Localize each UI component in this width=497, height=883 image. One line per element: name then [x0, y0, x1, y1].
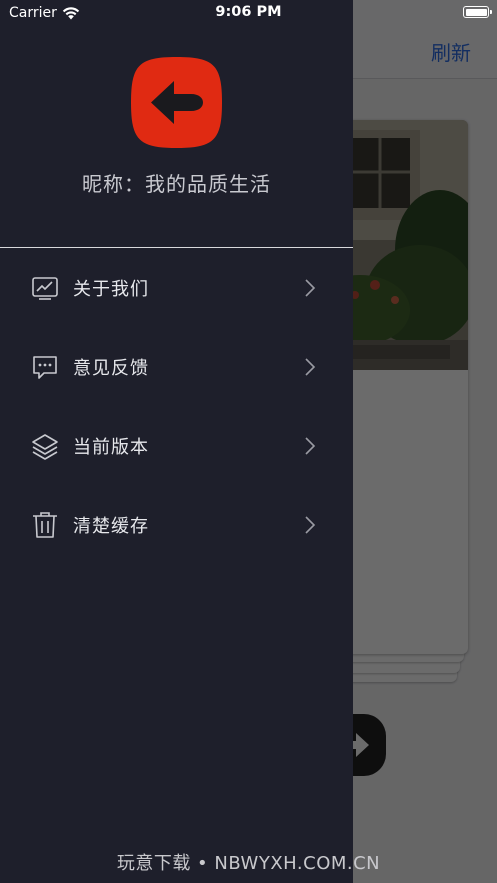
- menu-item-current-version[interactable]: 当前版本: [0, 416, 353, 476]
- watermark-text: 玩意下载 • NBWYXH.COM.CN: [116, 853, 381, 874]
- chat-bubble-icon: [33, 356, 57, 379]
- menu-item-feedback[interactable]: 意见反馈: [0, 337, 353, 397]
- nickname-label: 昵称：我的品质生活: [82, 172, 271, 196]
- status-bar: Carrier 9:06 PM: [0, 0, 497, 26]
- chevron-right-icon: [305, 279, 316, 297]
- menu-item-label: 当前版本: [73, 437, 149, 458]
- chevron-right-icon: [305, 437, 316, 455]
- trash-icon: [33, 512, 57, 538]
- layers-icon: [32, 434, 58, 460]
- battery-icon: [463, 6, 492, 18]
- menu-item-label: 清楚缓存: [73, 516, 149, 537]
- back-arrow-icon[interactable]: [129, 55, 224, 150]
- chart-icon: [32, 277, 58, 300]
- menu-item-clear-cache[interactable]: 清楚缓存: [0, 495, 353, 555]
- divider: [0, 247, 353, 248]
- menu-item-about-us[interactable]: 关于我们: [0, 258, 353, 318]
- chevron-right-icon: [305, 516, 316, 534]
- menu-item-label: 意见反馈: [73, 358, 149, 379]
- status-time: 9:06 PM: [215, 4, 282, 20]
- chevron-right-icon: [305, 358, 316, 376]
- menu-item-label: 关于我们: [73, 279, 149, 300]
- side-drawer: 昵称：我的品质生活 关于我们 意见反馈 当前版本 清楚缓存: [0, 0, 353, 883]
